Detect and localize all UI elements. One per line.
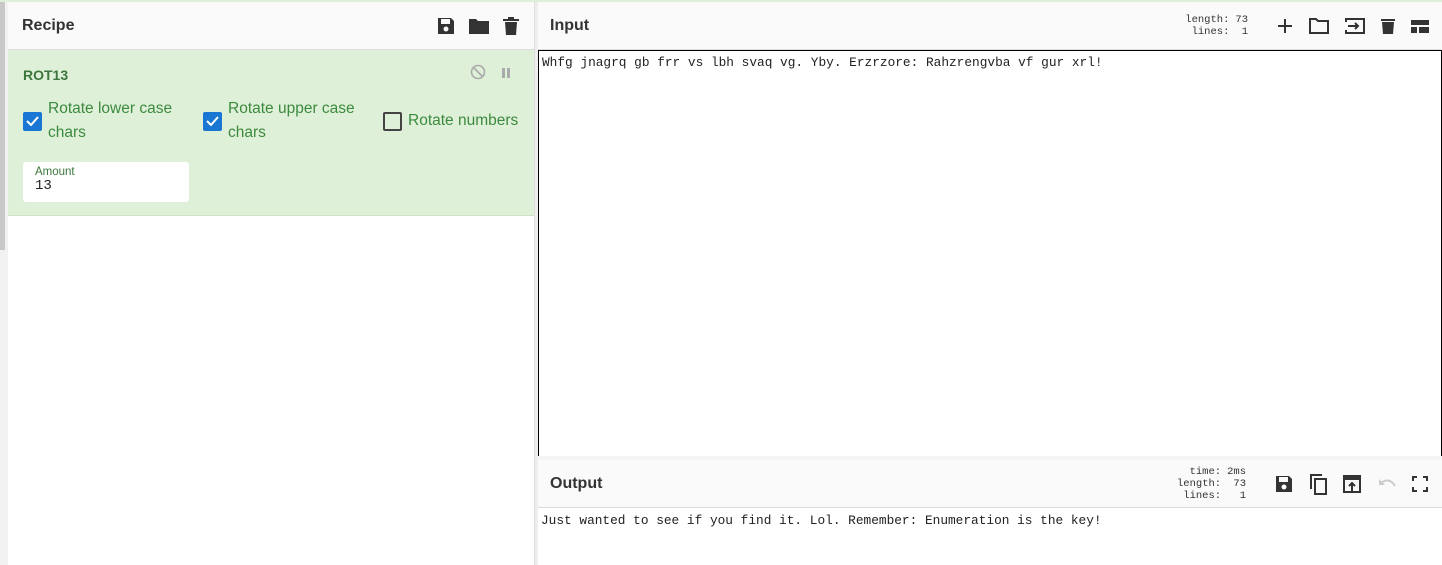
input-title: Input (550, 16, 590, 34)
output-text[interactable]: Just wanted to see if you find it. Lol. … (538, 508, 1442, 533)
input-file-icon[interactable] (1344, 17, 1366, 35)
rotate-upper-checkbox[interactable]: Rotate upper case chars (203, 97, 373, 145)
checkbox-checked[interactable] (203, 111, 222, 131)
scrollbar[interactable] (0, 2, 5, 250)
trash-icon[interactable] (502, 16, 520, 36)
undo-icon[interactable] (1376, 476, 1398, 492)
checkbox-unchecked[interactable] (383, 111, 402, 131)
disable-icon[interactable] (470, 64, 486, 85)
trash-icon[interactable] (1380, 17, 1396, 35)
copy-icon[interactable] (1308, 473, 1328, 495)
time-value: 2ms (1227, 466, 1246, 478)
lines-value: 1 (1239, 490, 1246, 502)
amount-value[interactable]: 13 (35, 178, 177, 194)
input-textarea[interactable]: Whfg jnagrq gb frr vs lbh svaq vg. Yby. … (538, 50, 1442, 458)
replace-input-icon[interactable] (1342, 474, 1362, 494)
pause-icon[interactable] (500, 66, 512, 84)
recipe-panel: Recipe ROT13 Rotate lower case chars Rot… (8, 2, 535, 565)
layout-icon[interactable] (1410, 18, 1430, 34)
checkbox-label: Rotate numbers (408, 112, 519, 129)
input-panel: Input length: 73 lines: 1 Whfg jnagrq gb f… (538, 2, 1442, 458)
operation-title: ROT13 (23, 67, 69, 83)
length-value: 73 (1235, 14, 1248, 26)
input-stats: length: 73 lines: 1 (1185, 14, 1248, 38)
lines-label: lines: (1191, 26, 1230, 38)
length-label: length: (1185, 14, 1230, 26)
output-stats: time: 2ms length: 73 lines: 1 (1177, 466, 1246, 502)
lines-label: lines: (1183, 490, 1222, 502)
open-folder-icon[interactable] (1308, 17, 1330, 35)
amount-label: Amount (35, 166, 75, 178)
lines-value: 1 (1241, 26, 1248, 38)
plus-icon[interactable] (1276, 17, 1294, 35)
output-title: Output (550, 474, 603, 492)
save-icon[interactable] (1274, 474, 1294, 494)
input-header: Input length: 73 lines: 1 (538, 2, 1442, 50)
folder-icon[interactable] (468, 16, 490, 36)
output-panel: Output time: 2ms length: 73 lines: 1 Just w… (538, 460, 1442, 565)
time-label: time: (1189, 466, 1222, 478)
recipe-title: Recipe (22, 16, 75, 34)
output-header: Output time: 2ms length: 73 lines: 1 (538, 460, 1442, 508)
rot13-operation: ROT13 Rotate lower case chars Rotate upp… (8, 50, 534, 216)
maximize-icon[interactable] (1412, 476, 1428, 492)
length-value: 73 (1233, 478, 1246, 490)
rotate-numbers-checkbox[interactable]: Rotate numbers (383, 109, 518, 133)
rotate-lower-checkbox[interactable]: Rotate lower case chars (23, 97, 193, 145)
save-icon[interactable] (436, 16, 456, 36)
amount-field[interactable]: Amount 13 (23, 162, 189, 202)
recipe-header: Recipe (8, 2, 534, 50)
checkbox-label: Rotate lower case chars (48, 100, 173, 141)
length-label: length: (1176, 478, 1222, 490)
checkbox-checked[interactable] (23, 111, 42, 131)
checkbox-label: Rotate upper case chars (228, 100, 355, 141)
